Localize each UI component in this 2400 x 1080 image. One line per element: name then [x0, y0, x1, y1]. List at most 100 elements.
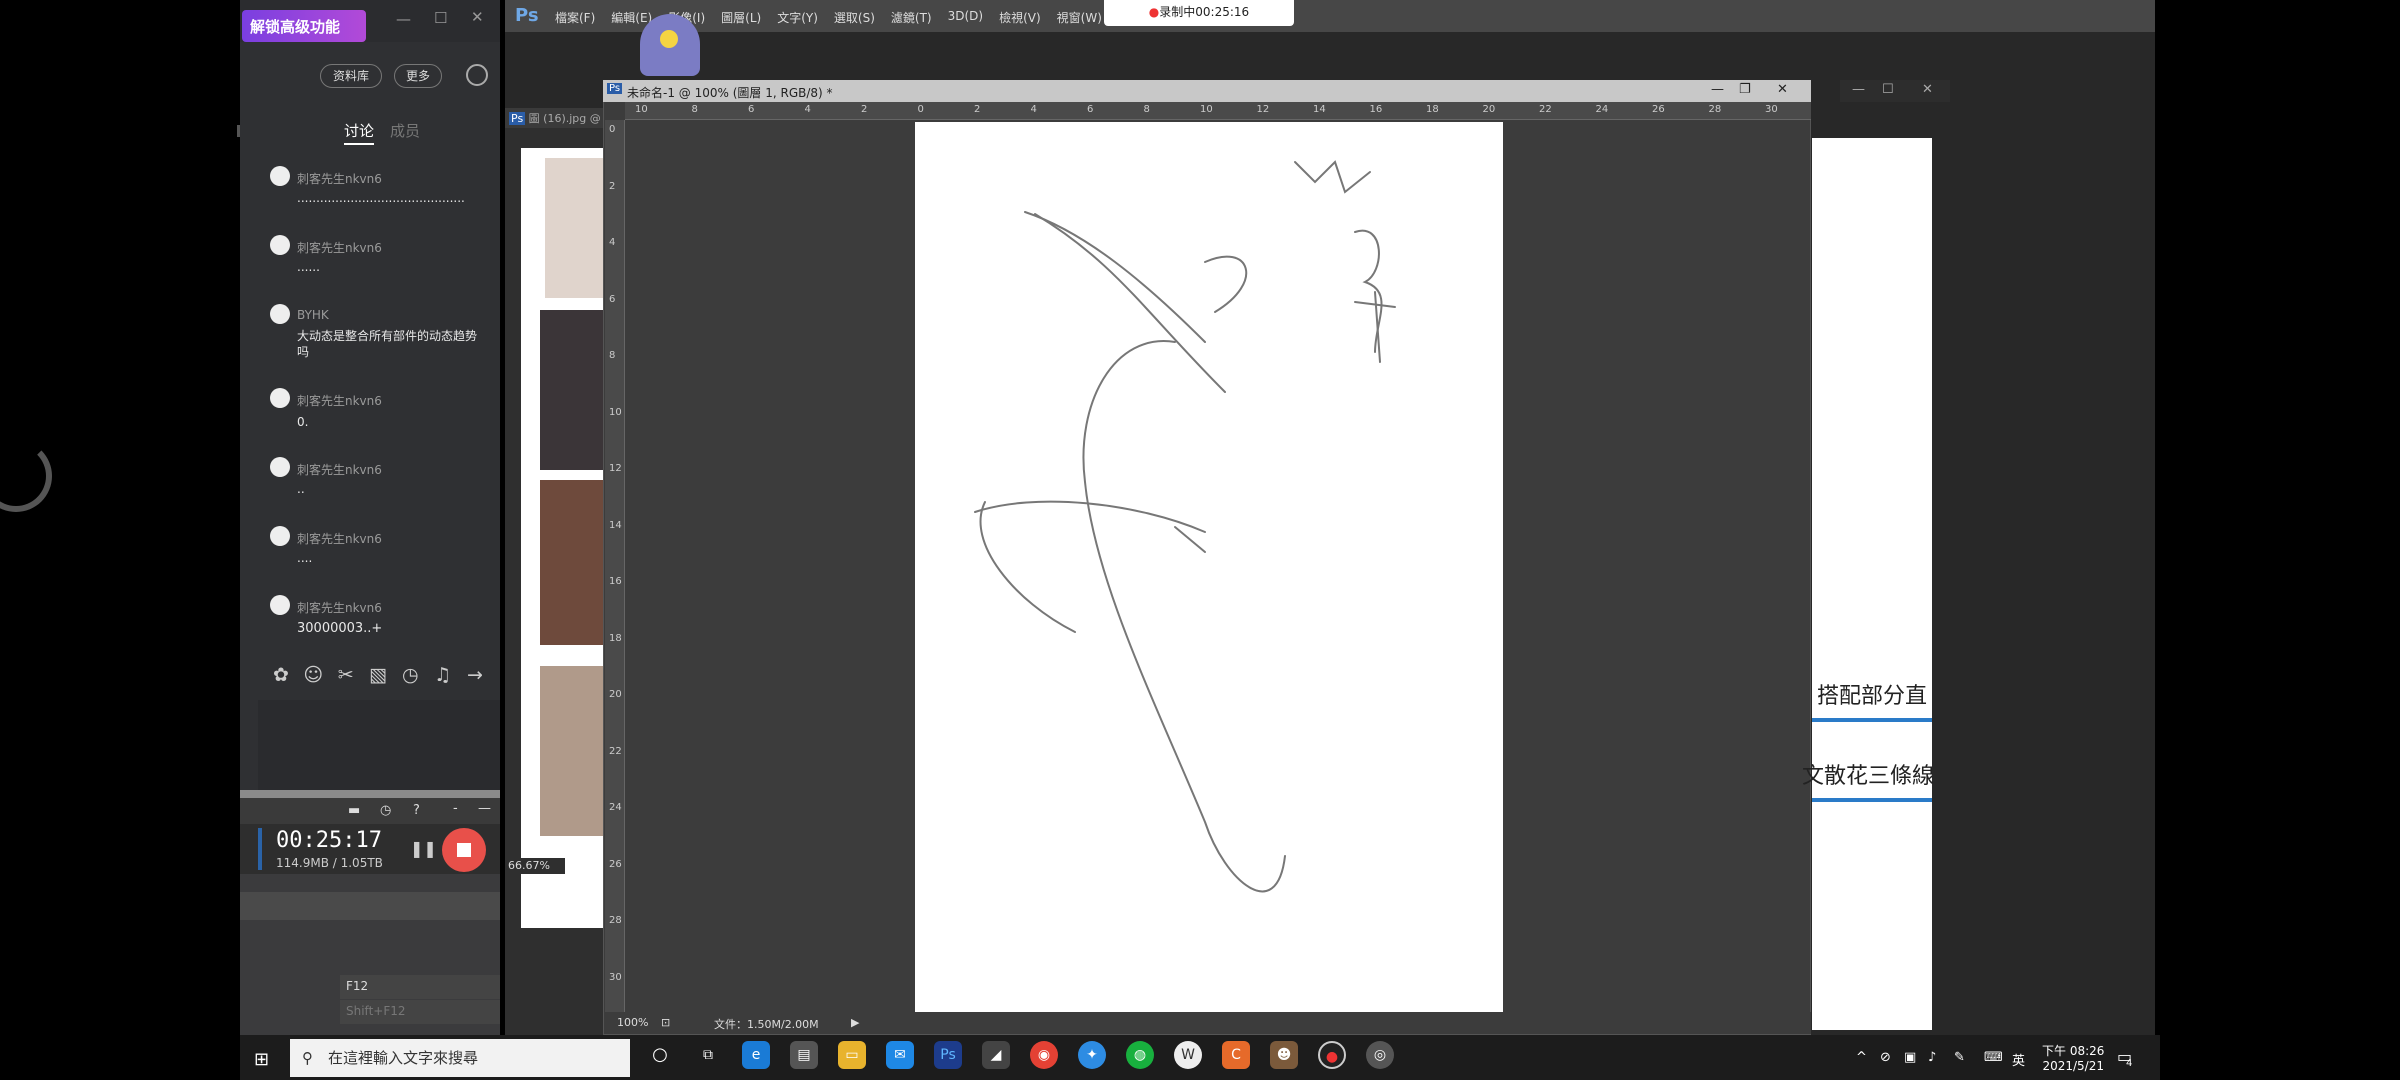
arrow-right-icon[interactable]: ▶ [851, 1016, 859, 1029]
close-icon[interactable]: ✕ [471, 8, 484, 26]
menu-edit[interactable]: 編輯(E) [611, 9, 652, 26]
volume-icon[interactable]: ♪ [1928, 1050, 1936, 1065]
store-icon[interactable]: ▤ [790, 1041, 818, 1069]
recorder-app-icon[interactable]: ● [1318, 1041, 1346, 1069]
messenger-icon[interactable]: ✦ [1078, 1041, 1106, 1069]
promo-banner[interactable]: 解锁高级功能 [242, 10, 366, 42]
ruler-tick-label: 26 [1652, 104, 1665, 115]
bg-zoom-level[interactable]: 66.67% [505, 858, 565, 874]
taskbar-search-input[interactable]: ⚲ 在這裡輸入文字來搜尋 [290, 1039, 630, 1077]
help-icon[interactable]: ? [413, 803, 420, 818]
chat-input-area[interactable] [258, 700, 500, 790]
menu-window[interactable]: 視窗(W) [1057, 9, 1102, 26]
tray-expand-icon[interactable]: ^ [1856, 1050, 1867, 1065]
w-app-icon[interactable]: W [1174, 1041, 1202, 1069]
tray-icon[interactable]: ⊘ [1880, 1050, 1891, 1065]
file-info[interactable]: 文件：1.50M/2.00M [714, 1016, 819, 1032]
minimize-icon[interactable]: - [453, 801, 458, 816]
drawing-canvas[interactable] [915, 122, 1503, 1015]
ime-indicator[interactable]: 英 [2012, 1050, 2025, 1069]
more-button[interactable]: 更多 [394, 64, 442, 88]
clock-icon[interactable]: ◷ [397, 664, 423, 690]
photoshop-icon[interactable]: Ps [934, 1041, 962, 1069]
menu-type[interactable]: 文字(Y) [777, 9, 818, 26]
task-view-icon[interactable]: ⧉ [694, 1041, 722, 1069]
minimize-icon[interactable]: — [1711, 82, 1724, 97]
ps-doc-icon: Ps [509, 112, 526, 125]
avatar[interactable] [270, 457, 290, 477]
tab-members[interactable]: 成员 [390, 120, 420, 141]
edge-icon[interactable]: e [742, 1041, 770, 1069]
minimize-icon[interactable]: — [1852, 82, 1865, 97]
restore-icon[interactable]: ❐ [1739, 82, 1751, 97]
arrow-right-icon[interactable]: → [462, 664, 488, 690]
stop-button[interactable] [442, 828, 486, 872]
pen-icon[interactable]: ✎ [1954, 1050, 1965, 1065]
tray-icon[interactable]: ▣ [1904, 1050, 1916, 1065]
ruler-tick-label: 12 [1256, 104, 1270, 115]
close-icon[interactable]: ✕ [1922, 82, 1933, 97]
loading-spinner-icon [0, 440, 52, 512]
emoji-icon[interactable]: ☺ [300, 664, 326, 690]
ruler-tick-label: 4 [1030, 104, 1037, 115]
screen: 解锁高级功能 — ☐ ✕ 资料库 更多 讨论 成员 刺客先生nkvn6 ....… [0, 0, 2400, 1080]
edge-marker [237, 125, 240, 137]
ruler-tick-label: 4 [804, 104, 811, 115]
ruler-tick-label: 0 [609, 124, 616, 135]
c-app-icon[interactable]: C [1222, 1041, 1250, 1069]
thumbnail-image[interactable] [540, 480, 605, 645]
close-icon[interactable]: ✕ [1777, 82, 1788, 97]
collapse-icon[interactable]: — [478, 801, 491, 816]
mail-icon[interactable]: ✉ [886, 1041, 914, 1069]
menu-view[interactable]: 檢視(V) [999, 9, 1041, 26]
folder-icon[interactable]: ▬ [348, 803, 360, 818]
document-titlebar[interactable]: Ps 未命名-1 @ 100% (圖層 1, RGB/8) * — ❐ ✕ [603, 80, 1811, 102]
menu-file[interactable]: 檔案(F) [555, 9, 595, 26]
file-explorer-icon[interactable]: ▭ [838, 1041, 866, 1069]
image-icon[interactable]: ▧ [365, 664, 391, 690]
cortana-icon[interactable]: ○ [646, 1041, 674, 1069]
thumbnail-image[interactable] [540, 310, 605, 470]
app-icon[interactable]: ◢ [982, 1041, 1010, 1069]
zoom-level[interactable]: 100% [617, 1016, 648, 1029]
scissors-icon[interactable]: ✂ [333, 664, 359, 690]
keyboard-icon[interactable]: ⌨ [1984, 1050, 2003, 1065]
maximize-icon[interactable]: ☐ [1882, 82, 1894, 97]
maximize-icon[interactable]: ☐ [434, 9, 447, 27]
timer-icon[interactable]: ◷ [380, 803, 391, 818]
ruler-tick-label: 24 [609, 802, 622, 813]
share-icon[interactable]: ⊡ [661, 1016, 670, 1029]
menu-3d[interactable]: 3D(D) [948, 9, 983, 26]
menu-filter[interactable]: 濾鏡(T) [891, 9, 932, 26]
thumbnail-image[interactable] [540, 666, 605, 836]
bell-icon[interactable]: ♫ [430, 664, 456, 690]
library-button[interactable]: 资料库 [320, 64, 382, 88]
avatar[interactable] [270, 595, 290, 615]
minimize-icon[interactable]: — [396, 10, 411, 28]
chrome-icon[interactable]: ◉ [1030, 1041, 1058, 1069]
media-app-icon[interactable]: ◎ [1366, 1041, 1394, 1069]
bg-doc-title[interactable]: Ps 圖 (16).jpg @ [505, 108, 605, 128]
flower-icon[interactable]: ✿ [268, 664, 294, 690]
ruler-tick-label: 22 [609, 745, 622, 757]
tab-discuss[interactable]: 讨论 [344, 120, 375, 145]
avatar-app-icon[interactable]: ☻ [1270, 1041, 1298, 1069]
hotkey-stop: Shift+F12 [340, 1000, 500, 1024]
ruler-tick-label: 6 [748, 104, 755, 115]
right-text-2: 文散花三條線 [1802, 764, 1935, 789]
menu-layer[interactable]: 圖層(L) [721, 9, 761, 26]
clock[interactable]: 下午 08:26 2021/5/21 [2042, 1042, 2104, 1073]
settings-icon[interactable] [466, 64, 488, 86]
thumbnail-image[interactable] [545, 158, 605, 298]
wechat-icon[interactable]: ◍ [1126, 1041, 1154, 1069]
windows-start-icon[interactable]: ⊞ [254, 1049, 269, 1070]
avatar[interactable] [270, 526, 290, 546]
avatar[interactable] [270, 235, 290, 255]
ruler-tick-label: 8 [691, 104, 698, 115]
avatar[interactable] [270, 166, 290, 186]
avatar[interactable] [270, 304, 290, 324]
avatar[interactable] [270, 388, 290, 408]
pause-icon[interactable]: ❚❚ [410, 839, 437, 858]
menu-select[interactable]: 選取(S) [834, 9, 875, 26]
lightbulb-icon[interactable] [640, 14, 700, 76]
